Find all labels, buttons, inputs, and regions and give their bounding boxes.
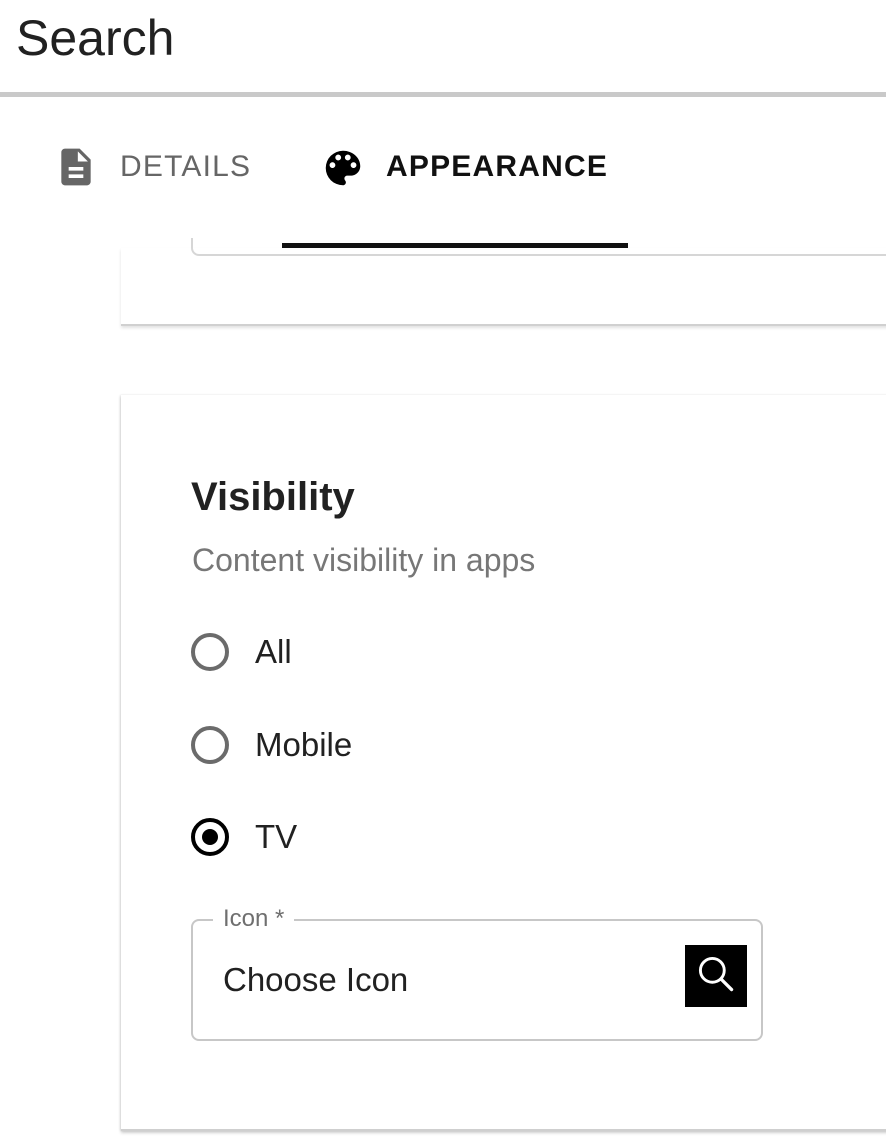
radio-mobile[interactable]: Mobile <box>191 720 352 770</box>
previous-field-outline <box>191 238 886 256</box>
palette-icon <box>320 145 364 189</box>
radio-all[interactable]: All <box>191 627 292 677</box>
title-bar: Search <box>0 0 886 92</box>
radio-checked-icon[interactable] <box>191 818 229 856</box>
tab-appearance[interactable]: APPEARANCE <box>282 97 628 237</box>
visibility-title: Visibility <box>191 475 355 519</box>
radio-mobile-label: Mobile <box>255 726 353 763</box>
page-title: Search <box>16 10 175 66</box>
radio-unchecked-icon[interactable] <box>191 726 229 764</box>
radio-all-label: All <box>255 633 292 670</box>
radio-tv[interactable]: TV <box>191 812 297 862</box>
radio-tv-label: TV <box>255 818 298 855</box>
icon-search-button[interactable] <box>685 945 747 1007</box>
previous-section-card <box>121 238 886 326</box>
icon-field[interactable]: Icon * Choose Icon <box>191 905 763 1041</box>
tab-details[interactable]: DETAILS <box>54 97 251 237</box>
tab-appearance-label: APPEARANCE <box>386 150 609 183</box>
icon-field-label: Icon * <box>213 905 295 933</box>
radio-unchecked-icon[interactable] <box>191 633 229 671</box>
page: Search DETAILS APPEARANCE Visibility Con… <box>0 0 886 1144</box>
visibility-card: Visibility Content visibility in apps Al… <box>121 395 886 1131</box>
icon-field-value[interactable]: Choose Icon <box>223 961 408 999</box>
document-icon <box>54 145 98 189</box>
visibility-subtitle: Content visibility in apps <box>192 542 536 578</box>
search-icon <box>694 952 738 1001</box>
tab-bar: DETAILS APPEARANCE <box>0 97 886 247</box>
tab-details-label: DETAILS <box>120 150 252 183</box>
